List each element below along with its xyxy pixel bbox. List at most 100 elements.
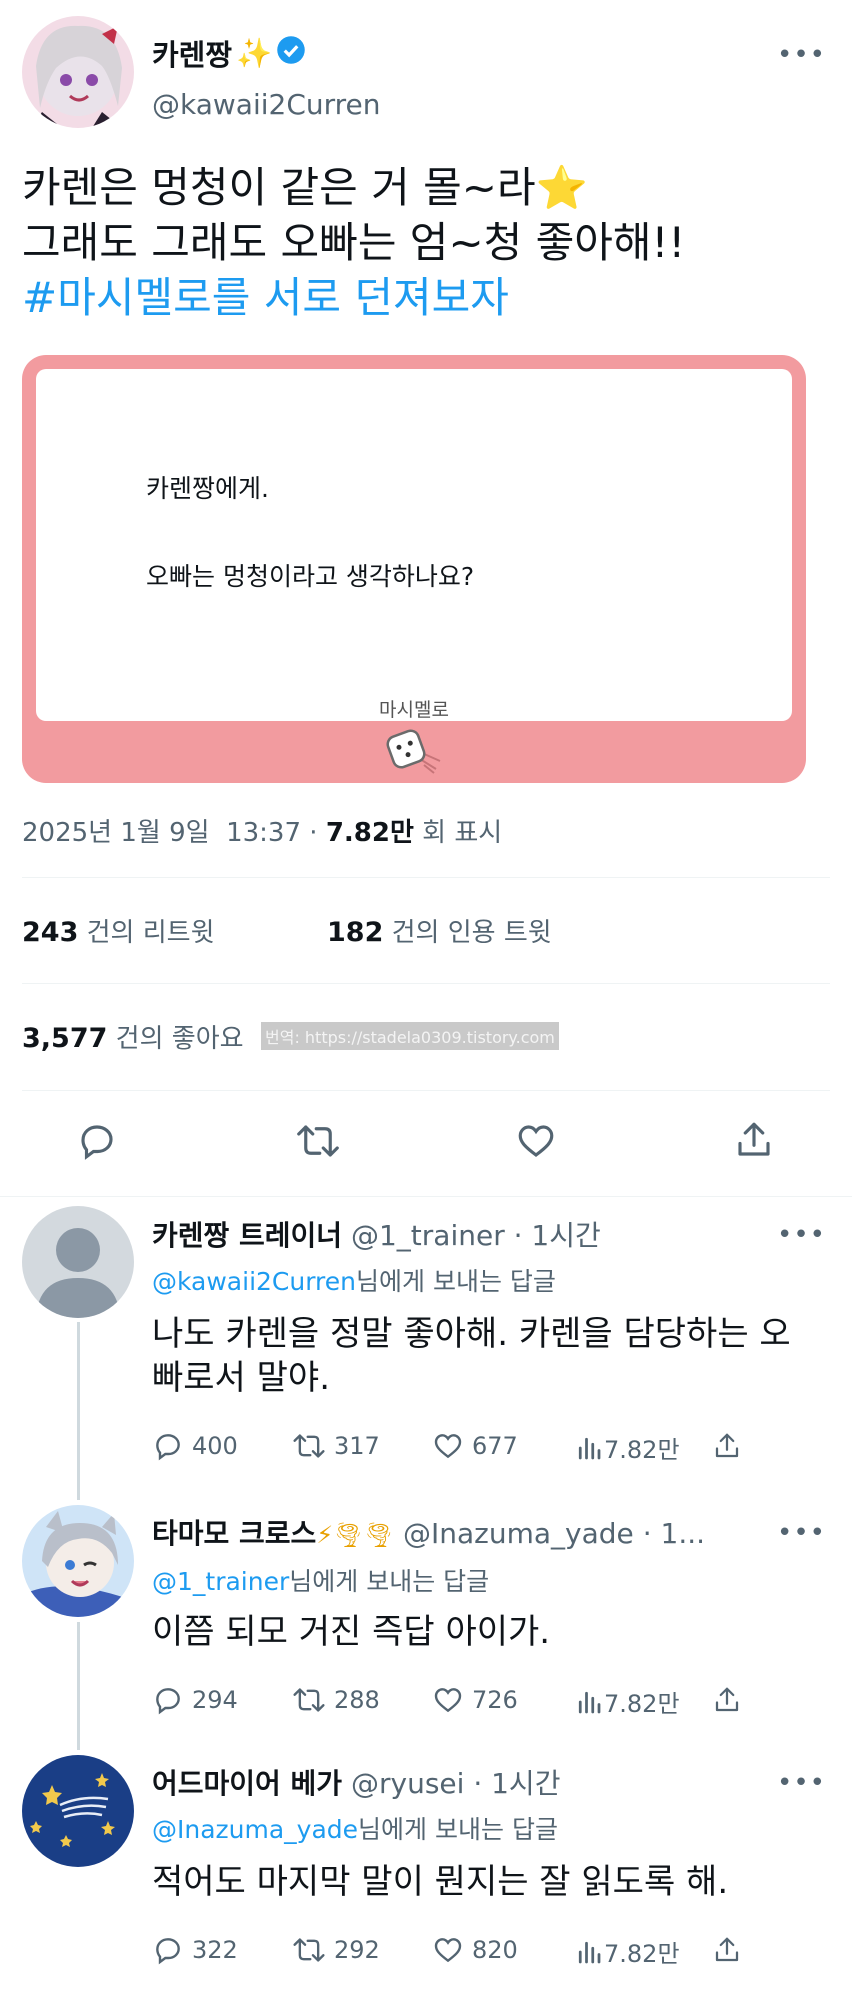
like-count-label: 건의 좋아요 <box>115 1024 244 1054</box>
handle[interactable]: @kawaii2Curren <box>152 88 381 121</box>
thread-line <box>77 1322 80 1500</box>
like-icon <box>434 1434 462 1459</box>
reply-share-button[interactable] <box>712 1934 742 1966</box>
marshmallow-card[interactable]: 카렌짱에게. 오빠는 멍청이라고 생각하나요? 마시멜로 <box>22 355 806 783</box>
reply-view-count: 7.82만 <box>604 1690 680 1718</box>
replying-to-handle[interactable]: @Inazuma_yade <box>152 1815 358 1844</box>
reply-author-name[interactable]: 카렌짱 트레이너 <box>152 1219 342 1252</box>
avatar[interactable] <box>22 1206 134 1318</box>
divider <box>22 877 830 878</box>
reply-retweet-button[interactable]: 288 <box>292 1684 380 1716</box>
more-options-icon[interactable]: ••• <box>777 40 826 70</box>
replying-to-suffix: 님에게 보내는 답글 <box>356 1267 556 1296</box>
like-count: 3,577 <box>22 1023 108 1054</box>
reply-retweet-button[interactable]: 292 <box>292 1934 380 1966</box>
reply-text: 적어도 마지막 말이 뭔지는 잘 읽도록 해. <box>152 1862 729 1902</box>
tweet-text: 카렌은 멍청이 같은 거 몰~라⭐ 그래도 그래도 오빠는 엄~청 좋아해!! … <box>22 160 822 325</box>
marshmallow-logo-icon <box>384 725 444 779</box>
reply-retweet-count: 317 <box>334 1432 380 1460</box>
share-icon[interactable] <box>733 1118 775 1162</box>
reply-like-count: 820 <box>472 1936 518 1964</box>
reply-author-name[interactable]: 타마모 크로스 <box>152 1517 316 1550</box>
replying-to-suffix: 님에게 보내는 답글 <box>289 1567 490 1596</box>
reply-header: 타마모 크로스⚡🌪🌪 @Inazuma_yade · 1... <box>152 1512 705 1552</box>
divider <box>22 1090 830 1091</box>
replying-to: @1_trainer님에게 보내는 답글 <box>152 1562 489 1598</box>
meta-separator: · <box>309 818 318 848</box>
reply-like-button[interactable]: 677 <box>432 1430 518 1462</box>
reply-reply-button[interactable]: 322 <box>152 1934 238 1966</box>
reply-comment-count: 400 <box>192 1432 238 1460</box>
display-name[interactable]: 카렌짱 ✨ <box>152 32 306 74</box>
reply-share-button[interactable] <box>712 1430 742 1462</box>
more-options-icon[interactable]: ••• <box>777 1518 826 1548</box>
reply-like-button[interactable]: 726 <box>432 1684 518 1716</box>
retweet-count-link[interactable]: 243 건의 리트윗 <box>22 912 215 949</box>
reply-comment-count: 322 <box>192 1936 238 1964</box>
replying-to-handle[interactable]: @1_trainer <box>152 1567 289 1596</box>
tweet-meta: 2025년 1월 9일 13:37 · 7.82만 회 표시 <box>22 812 502 849</box>
retweet-icon <box>293 1434 325 1458</box>
replying-to-handle[interactable]: @kawaii2Curren <box>152 1267 356 1296</box>
reply-like-count: 677 <box>472 1432 518 1460</box>
more-options-icon[interactable]: ••• <box>777 1220 826 1250</box>
reply-author-handle[interactable]: @Inazuma_yade <box>403 1517 634 1550</box>
reply-author-handle[interactable]: @1_trainer <box>351 1219 505 1252</box>
reply-retweet-count: 292 <box>334 1936 380 1964</box>
retweet-count: 243 <box>22 917 79 948</box>
avatar[interactable] <box>22 16 134 128</box>
retweet-count-label: 건의 리트윗 <box>86 918 215 948</box>
reply-reply-button[interactable]: 294 <box>152 1684 238 1716</box>
views-icon <box>578 1691 601 1713</box>
view-count: 7.82만 <box>325 818 414 848</box>
reply-actions: 400 317 677 7.82만 <box>152 1430 752 1466</box>
retweet-icon[interactable] <box>295 1120 341 1162</box>
tweet-date[interactable]: 2025년 1월 9일 <box>22 818 210 848</box>
reply-retweet-button[interactable]: 317 <box>292 1430 380 1462</box>
reply-name-emoji: ⚡🌪🌪 <box>316 1521 395 1549</box>
quote-count-label: 건의 인용 트윗 <box>391 918 552 948</box>
like-icon[interactable] <box>514 1120 558 1162</box>
reply-share-button[interactable] <box>712 1684 742 1716</box>
card-recipient: 카렌짱에게. <box>146 474 269 503</box>
hashtag-link[interactable]: #마시멜로를 서로 던져보자 <box>22 270 822 325</box>
more-options-icon[interactable]: ••• <box>777 1768 826 1798</box>
reply-icon[interactable] <box>76 1120 118 1162</box>
reply-author-name[interactable]: 어드마이어 베가 <box>152 1767 342 1800</box>
retweet-icon <box>293 1688 325 1712</box>
replying-to: @Inazuma_yade님에게 보내는 답글 <box>152 1810 558 1846</box>
reply-header: 어드마이어 베가 @ryusei · 1시간 <box>152 1762 560 1802</box>
reply-reply-button[interactable]: 400 <box>152 1430 238 1462</box>
reply-like-button[interactable]: 820 <box>432 1934 518 1966</box>
views-icon <box>578 1941 601 1963</box>
retweet-icon <box>293 1938 325 1962</box>
reply-time[interactable]: · 1시간 <box>514 1219 601 1252</box>
reply-text: 이쯤 되모 거진 즉답 아이가. <box>152 1612 551 1652</box>
reply-icon <box>156 1938 180 1965</box>
avatar[interactable] <box>22 1755 134 1867</box>
avatar[interactable] <box>22 1505 134 1617</box>
replying-to: @kawaii2Curren님에게 보내는 답글 <box>152 1262 556 1298</box>
reply-author-handle[interactable]: @ryusei <box>351 1767 464 1800</box>
divider <box>0 1196 852 1197</box>
like-icon <box>434 1688 462 1713</box>
thread-line <box>77 1622 80 1750</box>
quote-count-link[interactable]: 182 건의 인용 트윗 <box>327 912 552 949</box>
like-count-link[interactable]: 3,577 건의 좋아요 <box>22 1018 244 1055</box>
reply-actions: 322 292 820 7.82만 <box>152 1934 752 1970</box>
divider <box>22 983 830 984</box>
card-brand: 마시멜로 <box>379 699 449 721</box>
reply-time[interactable]: · 1시간 <box>473 1767 560 1800</box>
replying-to-suffix: 님에게 보내는 답글 <box>358 1815 558 1844</box>
reply-views-button[interactable]: 7.82만 <box>576 1934 680 1969</box>
verified-badge-icon <box>276 35 306 72</box>
reply-views-button[interactable]: 7.82만 <box>576 1430 680 1465</box>
reply-time[interactable]: · 1... <box>643 1517 705 1550</box>
tweet-time[interactable]: 13:37 <box>226 818 301 848</box>
reply-actions: 294 288 726 7.82만 <box>152 1684 752 1720</box>
reply-views-button[interactable]: 7.82만 <box>576 1684 680 1719</box>
reply-icon <box>156 1688 180 1715</box>
reply-icon <box>156 1434 180 1461</box>
reply-text: 나도 카렌을 정말 좋아해. 카렌을 담당하는 오빠로서 말야. <box>152 1314 791 1398</box>
display-name-text: 카렌짱 <box>152 38 233 72</box>
